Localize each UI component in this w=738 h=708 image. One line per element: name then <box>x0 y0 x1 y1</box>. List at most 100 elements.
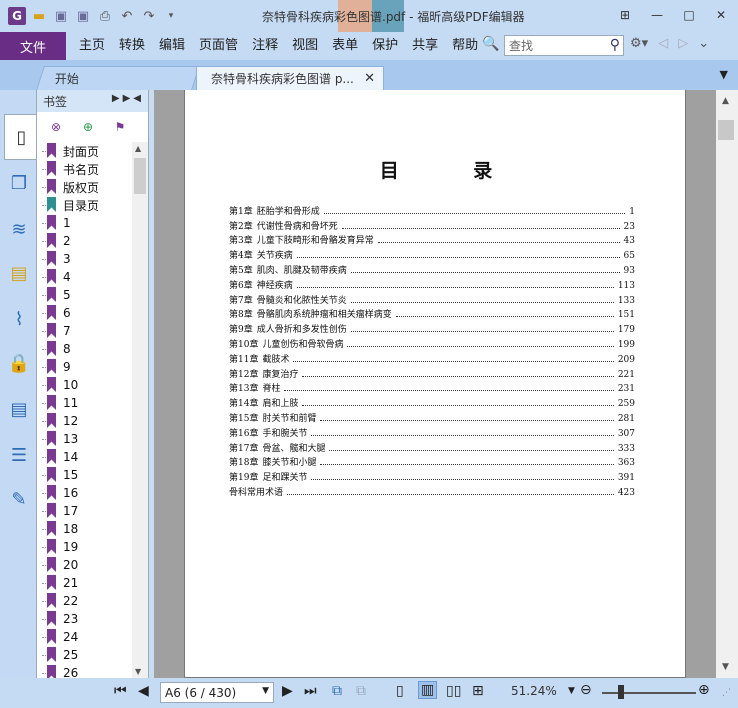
search-folder-icon[interactable]: 🔍 <box>482 36 499 52</box>
undo-icon[interactable]: ↶ <box>118 7 136 25</box>
next-page-icon[interactable]: ▶ <box>282 683 293 699</box>
prev-page-icon[interactable]: ◀ <box>138 683 149 699</box>
facing-page-icon[interactable]: ▯▯ <box>446 683 461 699</box>
tab-document[interactable]: 奈特骨科疾病彩色图谱 p... ✕ <box>196 66 384 90</box>
page-number-input[interactable]: A6 (6 / 430) ▼ <box>160 682 274 703</box>
scroll-up-icon[interactable]: ▲ <box>135 144 141 153</box>
tab-list-dropdown-icon[interactable]: ▼ <box>720 68 728 81</box>
bookmark-options-icon[interactable]: ⚑ <box>111 118 129 136</box>
collapse-ribbon-icon[interactable]: ⌄ <box>698 36 709 51</box>
zoom-slider-handle[interactable] <box>618 685 624 699</box>
menu-convert[interactable]: 转换 <box>112 32 152 60</box>
bookmark-item[interactable]: 7 <box>37 322 133 340</box>
zoom-in-icon[interactable]: ⊕ <box>698 682 710 698</box>
menu-form[interactable]: 表单 <box>325 32 365 60</box>
next-result-icon[interactable]: ▷ <box>678 36 688 51</box>
menu-edit[interactable]: 编辑 <box>152 32 192 60</box>
add-bookmark-icon[interactable]: ⊕ <box>79 118 97 136</box>
bookmark-item[interactable]: 23 <box>37 610 133 628</box>
single-page-icon[interactable]: ▯ <box>396 683 404 699</box>
zoom-level[interactable]: 51.24% <box>511 684 557 698</box>
menu-page-manage[interactable]: 页面管 <box>192 32 245 60</box>
continuous-facing-icon[interactable]: ⊞ <box>472 683 484 699</box>
chevron-down-icon[interactable]: ▼ <box>262 686 269 696</box>
zoom-dropdown-icon[interactable]: ▼ <box>568 686 575 696</box>
zoom-slider[interactable] <box>602 692 696 694</box>
bookmark-item[interactable]: 26 <box>37 664 133 678</box>
bookmark-item[interactable]: 8 <box>37 340 133 358</box>
bookmark-item[interactable]: 12 <box>37 412 133 430</box>
bookmark-scrollbar[interactable]: ▲ ▼ <box>132 142 148 678</box>
save-as-icon[interactable]: ▣ <box>74 7 92 25</box>
bookmark-item[interactable]: 4 <box>37 268 133 286</box>
comments-panel-icon[interactable]: ▤ <box>8 262 30 284</box>
delete-bookmark-icon[interactable]: ⊗ <box>47 118 65 136</box>
redo-icon[interactable]: ↷ <box>140 7 158 25</box>
menu-share[interactable]: 共享 <box>405 32 445 60</box>
scroll-up-icon[interactable]: ▲ <box>722 96 729 106</box>
bookmark-item[interactable]: 22 <box>37 592 133 610</box>
pages-panel-icon[interactable]: ❐ <box>8 172 30 194</box>
restore-layout-icon[interactable]: ⊞ <box>612 4 638 26</box>
bookmark-item[interactable]: 21 <box>37 574 133 592</box>
prev-result-icon[interactable]: ◁ <box>658 36 668 51</box>
zoom-out-icon[interactable]: ⊖ <box>580 682 592 698</box>
layers-panel-icon[interactable]: ≋ <box>8 218 30 240</box>
bookmark-item[interactable]: 封面页 <box>37 142 133 160</box>
document-properties-icon[interactable]: ▤ <box>8 398 30 420</box>
menu-view[interactable]: 视图 <box>285 32 325 60</box>
attachments-panel-icon[interactable]: ⌇ <box>8 308 30 330</box>
app-logo-icon[interactable]: G <box>8 7 26 25</box>
minimize-button[interactable]: — <box>644 4 670 26</box>
scroll-thumb[interactable] <box>718 120 734 140</box>
menu-help[interactable]: 帮助 <box>445 32 485 60</box>
print-icon[interactable]: ⎙ <box>96 7 114 25</box>
scroll-down-icon[interactable]: ▼ <box>135 667 141 676</box>
bookmark-item[interactable]: 目录页 <box>37 196 133 214</box>
bookmarks-panel-icon[interactable]: ▯ <box>4 114 38 160</box>
search-input[interactable]: 查找 ⚲ <box>504 35 624 56</box>
bookmark-item[interactable]: 14 <box>37 448 133 466</box>
signature-panel-icon[interactable]: ✎ <box>8 488 30 510</box>
next-view-icon[interactable]: ⧉ <box>356 683 366 699</box>
bookmark-item[interactable]: 16 <box>37 484 133 502</box>
bookmark-item[interactable]: 18 <box>37 520 133 538</box>
menu-protect[interactable]: 保护 <box>365 32 405 60</box>
bookmark-item[interactable]: 17 <box>37 502 133 520</box>
content-panel-icon[interactable]: ☰ <box>8 444 30 466</box>
last-page-icon[interactable]: ⏭ <box>304 683 317 699</box>
bookmark-item[interactable]: 24 <box>37 628 133 646</box>
bookmark-item[interactable]: 25 <box>37 646 133 664</box>
bookmark-item[interactable]: 11 <box>37 394 133 412</box>
bookmark-item[interactable]: 20 <box>37 556 133 574</box>
search-icon[interactable]: ⚲ <box>610 37 620 53</box>
tab-start[interactable]: 开始 <box>36 66 200 90</box>
resize-grip-icon[interactable]: ⋰ <box>722 688 731 698</box>
security-panel-icon[interactable]: 🔒 <box>8 352 30 374</box>
bookmark-item[interactable]: 书名页 <box>37 160 133 178</box>
save-icon[interactable]: ▣ <box>52 7 70 25</box>
document-scrollbar[interactable]: ▲ ▼ <box>716 90 738 678</box>
bookmark-item[interactable]: 19 <box>37 538 133 556</box>
continuous-page-icon[interactable]: ▥ <box>418 681 438 699</box>
bookmark-item[interactable]: 5 <box>37 286 133 304</box>
bookmark-item[interactable]: 2 <box>37 232 133 250</box>
bookmark-item[interactable]: 1 <box>37 214 133 232</box>
bookmark-item[interactable]: 3 <box>37 250 133 268</box>
file-menu-button[interactable]: 文件 <box>0 32 66 60</box>
scroll-down-icon[interactable]: ▼ <box>722 662 729 672</box>
first-page-icon[interactable]: ⏮ <box>114 683 127 699</box>
close-tab-icon[interactable]: ✕ <box>364 71 375 86</box>
previous-view-icon[interactable]: ⧉ <box>332 683 342 699</box>
panel-collapse-icon[interactable]: ▶▶◀ <box>112 93 144 104</box>
menu-home[interactable]: 主页 <box>72 32 112 60</box>
bookmark-item[interactable]: 13 <box>37 430 133 448</box>
customize-toolbar-icon[interactable]: ▾ <box>162 7 180 25</box>
close-button[interactable]: ✕ <box>708 4 734 26</box>
bookmark-item[interactable]: 6 <box>37 304 133 322</box>
scroll-thumb[interactable] <box>134 158 146 194</box>
maximize-button[interactable]: □ <box>676 4 702 26</box>
bookmark-item[interactable]: 版权页 <box>37 178 133 196</box>
settings-gear-icon[interactable]: ⚙▾ <box>630 36 648 51</box>
bookmark-item[interactable]: 15 <box>37 466 133 484</box>
